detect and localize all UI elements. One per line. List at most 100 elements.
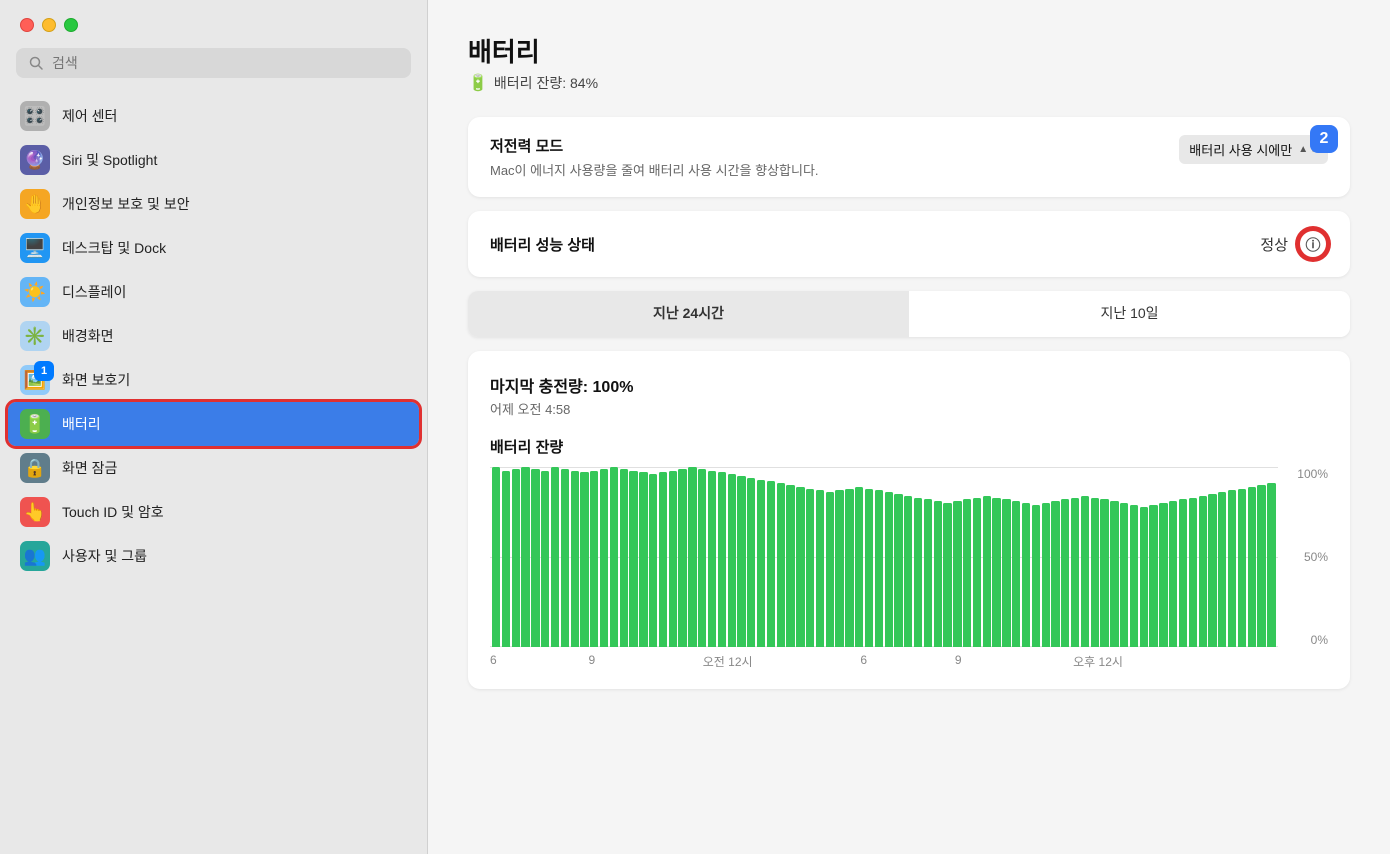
chart-bar [502,471,510,647]
search-input[interactable] [52,55,399,71]
battery-icon: 🔋 [468,73,488,93]
chart-bar [1032,505,1040,647]
tabs-container: 지난 24시간지난 10일 [468,291,1350,337]
battery-health-card: 배터리 성능 상태 정상 ⓘ [468,211,1350,277]
sidebar-item-privacy-security[interactable]: 🤚개인정보 보호 및 보안 [8,182,419,226]
sidebar-icon-privacy-security: 🤚 [20,189,50,219]
chart-bar [600,469,608,647]
maximize-button[interactable] [64,18,78,32]
chart-bar [571,471,579,647]
page-title-section: 배터리 🔋 배터리 잔량: 84% [468,32,1350,93]
tab-24h[interactable]: 지난 24시간 [468,291,909,337]
chart-x-label: 9 [955,653,962,667]
chart-bar [1159,503,1167,647]
chart-bar [1042,503,1050,647]
battery-health-right: 정상 ⓘ [1260,229,1328,259]
chart-x-label: 6 [860,653,867,667]
minimize-button[interactable] [42,18,56,32]
chart-bars [490,467,1278,647]
chart-bar [1238,489,1246,647]
sidebar-label-users-groups: 사용자 및 그룹 [62,546,147,566]
step-badge-2: 2 [1310,125,1338,153]
chart-bar [963,499,971,647]
sidebar-item-screen-saver[interactable]: 🖼️1화면 보호기 [8,358,419,402]
chart-bar [806,489,814,647]
chart-bar [1081,496,1089,647]
sidebar-icon-wrapper-display: ☀️ [20,277,50,307]
chart-y-label: 100% [1297,467,1328,481]
chart-area: 100% 50% 0% [490,467,1328,647]
chart-bar [737,476,745,647]
info-icon: ⓘ [1305,234,1320,255]
search-icon [28,55,44,71]
chart-bar [541,471,549,647]
sidebar-icon-control-center: 🎛️ [20,101,50,131]
chart-bar [845,489,853,647]
sidebar-item-control-center[interactable]: 🎛️제어 센터 [8,94,419,138]
sidebar-item-battery[interactable]: 🔋배터리 [8,402,419,446]
sidebar-icon-wrapper-siri-spotlight: 🔮 [20,145,50,175]
chart-bar [512,469,520,647]
chart-bar [1189,498,1197,647]
search-bar[interactable] [16,48,411,78]
chart-bar [649,474,657,647]
sidebar-icon-desktop-dock: 🖥️ [20,233,50,263]
chart-x-label: 오전 12시 [703,653,753,670]
chart-bar [816,490,824,647]
chart-bar [1208,494,1216,647]
sidebar-item-display[interactable]: ☀️디스플레이 [8,270,419,314]
sidebar-item-wallpaper[interactable]: ✳️배경화면 [8,314,419,358]
battery-level-text: 배터리 잔량: 84% [494,73,598,93]
chart-y-labels: 100% 50% 0% [1284,467,1328,647]
chart-bar [1248,487,1256,647]
last-charge-info: 마지막 충전량: 100% 어제 오전 4:58 [490,373,1328,418]
sidebar-icon-wrapper-wallpaper: ✳️ [20,321,50,351]
sidebar-item-screen-lock[interactable]: 🔒 화면 잠금 [8,446,419,490]
dropdown-wrapper: 배터리 사용 시에만 ▲▼ 2 [1179,135,1328,164]
sidebar-list: 🎛️제어 센터🔮Siri 및 Spotlight🤚개인정보 보호 및 보안 🖥️ 데… [0,90,427,854]
tab-10d[interactable]: 지난 10일 [909,291,1350,337]
chart-bar [747,478,755,647]
chart-y-label: 0% [1311,633,1328,647]
sidebar-item-touch-id[interactable]: 👆Touch ID 및 암호 [8,490,419,534]
chart-bar [1110,501,1118,647]
chart-bar [629,471,637,647]
sidebar-label-touch-id: Touch ID 및 암호 [62,502,164,522]
chart-bar [934,501,942,647]
chart-bar [492,467,500,647]
chart-bar [1218,492,1226,647]
chart-x-labels: 69오전 12시69오후 12시 [490,653,1278,673]
chart-bar [924,499,932,647]
chart-bar [992,498,1000,647]
sidebar-label-screen-lock: 화면 잠금 [62,458,117,478]
chart-bar [885,492,893,647]
chart-bar [531,469,539,647]
close-button[interactable] [20,18,34,32]
sidebar-item-users-groups[interactable]: 👥사용자 및 그룹 [8,534,419,578]
sidebar-icon-screen-lock: 🔒 [20,453,50,483]
chart-y-label: 50% [1304,550,1328,564]
sidebar-icon-wrapper-battery: 🔋 [20,409,50,439]
chart-bars-wrapper [490,467,1278,647]
battery-health-label: 배터리 성능 상태 [490,234,595,255]
sidebar-label-desktop-dock: 데스크탑 및 Dock [62,238,166,258]
low-power-mode-right: 배터리 사용 시에만 ▲▼ 2 [1179,135,1328,164]
sidebar-item-desktop-dock[interactable]: 🖥️ 데스크탑 및 Dock [8,226,419,270]
battery-subtitle: 🔋 배터리 잔량: 84% [468,73,1350,93]
info-button[interactable]: ⓘ [1298,229,1328,259]
sidebar-item-siri-spotlight[interactable]: 🔮Siri 및 Spotlight [8,138,419,182]
low-power-mode-dropdown[interactable]: 배터리 사용 시에만 ▲▼ [1179,135,1328,164]
chart-x-label: 6 [490,653,497,667]
sidebar-badge-screen-saver: 1 [34,361,54,381]
chart-bar [865,489,873,647]
chart-bar [786,485,794,647]
low-power-mode-desc: Mac이 에너지 사용량을 줄여 배터리 사용 시간을 향상합니다. [490,160,819,179]
low-power-mode-info: 저전력 모드 Mac이 에너지 사용량을 줄여 배터리 사용 시간을 향상합니다… [490,135,819,179]
sidebar-icon-wrapper-screen-saver: 🖼️1 [20,365,50,395]
chart-bar [1267,483,1275,647]
chart-bar [728,474,736,647]
last-charge-time: 어제 오전 4:58 [490,399,1328,418]
dropdown-value: 배터리 사용 시에만 [1189,140,1292,159]
chart-bar [708,471,716,647]
chart-bar [1022,503,1030,647]
